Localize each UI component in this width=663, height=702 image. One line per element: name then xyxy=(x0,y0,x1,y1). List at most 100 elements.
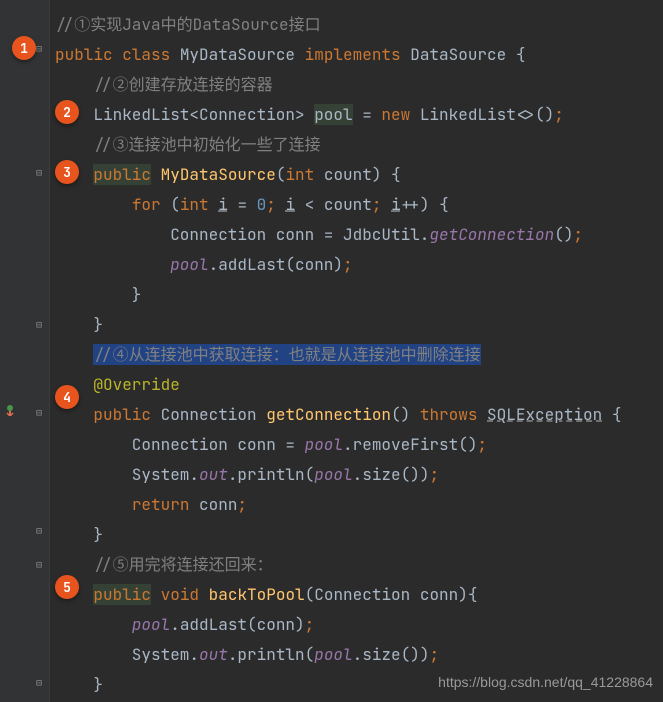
token: i xyxy=(285,194,295,215)
token: public xyxy=(93,404,160,425)
token: .size()) xyxy=(353,464,430,485)
token: SQLException xyxy=(487,404,602,425)
token: Connection conn = xyxy=(55,434,305,455)
code-line[interactable]: } xyxy=(55,280,141,310)
annotation-bullet-3: 3 xyxy=(55,160,79,184)
token: new xyxy=(381,104,419,125)
token: getConnection xyxy=(429,224,554,245)
code-line[interactable]: return conn; xyxy=(55,490,247,520)
token: ( xyxy=(276,164,286,185)
token: backToPool xyxy=(209,584,305,605)
token: { xyxy=(602,404,621,425)
fold-toggle-icon[interactable]: ⊟ xyxy=(36,166,42,179)
fold-toggle-icon[interactable]: ⊟ xyxy=(36,558,42,571)
code-line[interactable]: Connection conn = JdbcUtil.getConnection… xyxy=(55,220,583,250)
token: ; xyxy=(429,464,439,485)
code-line[interactable]: //⑤用完将连接还回来： xyxy=(55,550,273,580)
token: Connection xyxy=(161,404,267,425)
token: @Override xyxy=(93,374,179,395)
token: ; xyxy=(237,494,247,515)
token: out xyxy=(199,464,228,485)
token: implements xyxy=(305,44,411,65)
token: int xyxy=(180,194,218,215)
token: { xyxy=(516,44,526,65)
token: ; xyxy=(429,644,439,665)
token: } xyxy=(55,674,103,695)
fold-toggle-icon[interactable]: ⊟ xyxy=(36,406,42,419)
token: Connection conn = JdbcUtil. xyxy=(55,224,429,245)
code-line[interactable]: //①实现Java中的DataSource接口 xyxy=(55,10,321,40)
code-line[interactable]: public Connection getConnection() throws… xyxy=(55,400,621,430)
fold-toggle-icon[interactable]: ⊟ xyxy=(36,42,42,55)
token: = xyxy=(228,194,257,215)
code-line[interactable]: for (int i = 0; i < count; i++) { xyxy=(55,190,449,220)
token: ++) { xyxy=(401,194,449,215)
token: } xyxy=(55,524,103,545)
code-line[interactable]: System.out.println(pool.size()); xyxy=(55,460,439,490)
token xyxy=(151,164,161,185)
token: out xyxy=(199,644,228,665)
token: ; xyxy=(343,254,353,275)
code-line[interactable]: pool.addLast(conn); xyxy=(55,610,314,640)
code-line[interactable]: //②创建存放连接的容器 xyxy=(55,70,273,100)
token xyxy=(55,494,132,515)
implements-icon[interactable] xyxy=(4,400,16,421)
token: //①实现Java中的DataSource接口 xyxy=(55,14,321,35)
watermark-text: https://blog.csdn.net/qq_41228864 xyxy=(438,674,653,690)
annotation-bullet-2: 2 xyxy=(55,100,79,124)
code-line[interactable]: System.out.println(pool.size()); xyxy=(55,640,439,670)
token: ; xyxy=(266,194,285,215)
token: .addLast(conn) xyxy=(209,254,343,275)
token: pool xyxy=(314,464,352,485)
code-line[interactable]: public class MyDataSource implements Dat… xyxy=(55,40,525,70)
token: (Connection conn){ xyxy=(305,584,478,605)
token xyxy=(55,194,132,215)
token: () xyxy=(554,224,573,245)
token: MyDataSource xyxy=(180,44,305,65)
code-line[interactable]: } xyxy=(55,670,103,700)
token: System. xyxy=(55,644,199,665)
annotation-bullet-4: 4 xyxy=(55,385,79,409)
fold-toggle-icon[interactable]: ⊟ xyxy=(36,524,42,537)
annotation-bullet-5: 5 xyxy=(55,575,79,599)
token: getConnection xyxy=(266,404,391,425)
token: .removeFirst() xyxy=(343,434,477,455)
token: i xyxy=(391,194,401,215)
token: 0 xyxy=(257,194,267,215)
token: ; xyxy=(305,614,315,635)
token: //⑤用完将连接还回来： xyxy=(55,554,273,575)
token: } xyxy=(55,314,103,335)
code-line[interactable]: } xyxy=(55,310,103,340)
token: public xyxy=(55,44,122,65)
token: .println( xyxy=(228,464,314,485)
token xyxy=(151,584,161,605)
token: LinkedList<Connection> xyxy=(55,104,314,125)
fold-toggle-icon[interactable]: ⊟ xyxy=(36,676,42,689)
token: pool xyxy=(314,104,352,125)
token: int xyxy=(285,164,323,185)
token: .addLast(conn) xyxy=(170,614,304,635)
token: pool xyxy=(314,644,352,665)
code-line[interactable]: public MyDataSource(int count) { xyxy=(55,160,401,190)
code-line[interactable]: LinkedList<Connection> pool = new Linked… xyxy=(55,100,564,130)
token: ; xyxy=(573,224,583,245)
token: class xyxy=(122,44,180,65)
fold-toggle-icon[interactable]: ⊟ xyxy=(36,318,42,331)
token: public xyxy=(93,584,151,605)
code-line[interactable]: //④从连接池中获取连接：也就是从连接池中删除连接 xyxy=(55,340,481,370)
token: = xyxy=(353,104,382,125)
token: conn xyxy=(199,494,237,515)
token: //④从连接池中获取连接：也就是从连接池中删除连接 xyxy=(93,344,480,365)
code-line[interactable]: public void backToPool(Connection conn){ xyxy=(55,580,477,610)
token: ; xyxy=(477,434,487,455)
token: ; xyxy=(372,194,391,215)
code-line[interactable]: pool.addLast(conn); xyxy=(55,250,353,280)
editor-gutter: ⊟ ⊟ ⊟ ⊟ ⊟ ⊟ ⊟ xyxy=(0,0,50,702)
code-line[interactable]: } xyxy=(55,520,103,550)
token: //②创建存放连接的容器 xyxy=(55,74,273,95)
token: DataSource xyxy=(410,44,516,65)
token: //③连接池中初始化一些了连接 xyxy=(55,134,321,155)
code-line[interactable]: //③连接池中初始化一些了连接 xyxy=(55,130,321,160)
code-line[interactable]: Connection conn = pool.removeFirst(); xyxy=(55,430,487,460)
token: } xyxy=(55,284,141,305)
